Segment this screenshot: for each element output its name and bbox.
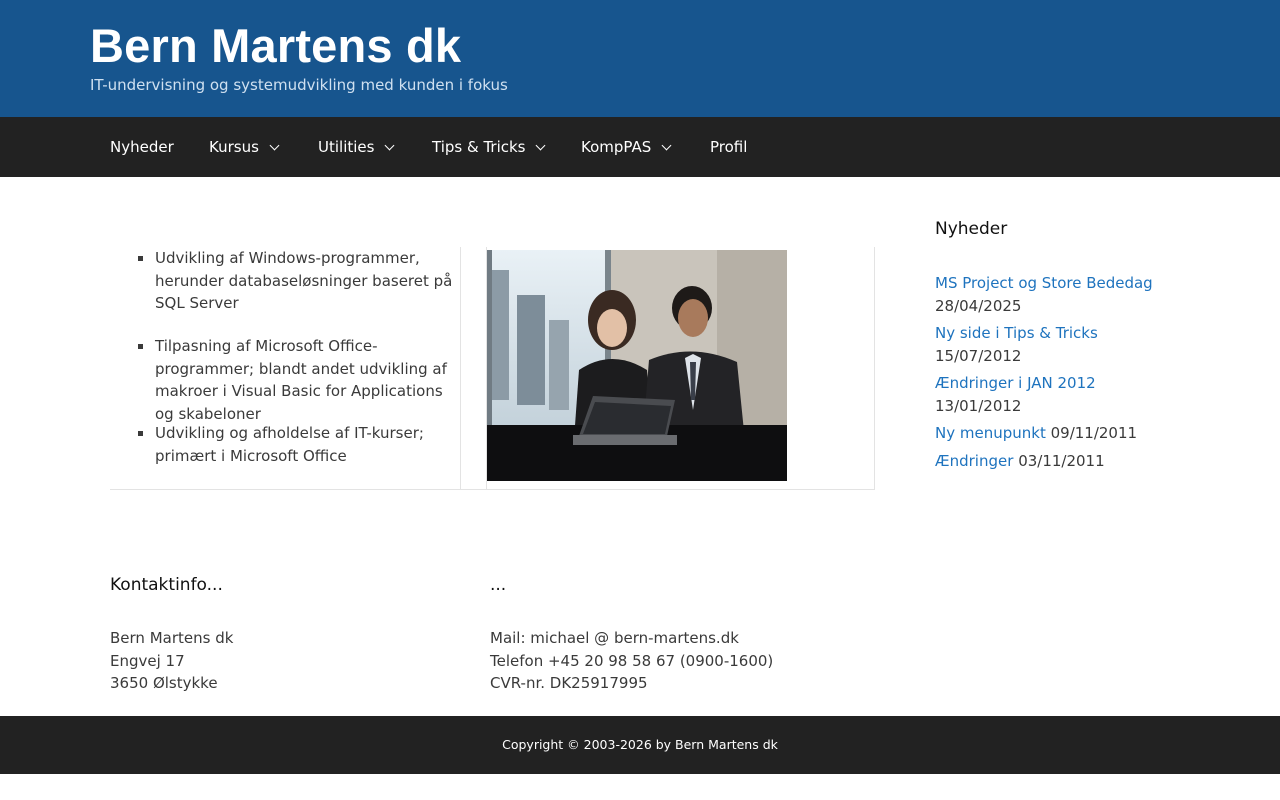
nav-item-label: Profil xyxy=(710,138,748,156)
copyright-text: Copyright © 2003-2026 by Bern Martens dk xyxy=(502,737,778,752)
news-date: 28/04/2025 xyxy=(935,297,1022,315)
nav-item-label: Tips & Tricks xyxy=(432,138,526,156)
list-item: Udvikling og afholdelse af IT-kurser; pr… xyxy=(138,422,460,467)
news-entry: Ny side i Tips & Tricks xyxy=(935,322,1098,345)
table-divider xyxy=(460,247,461,490)
nav-item-profil[interactable]: Profil xyxy=(710,117,747,177)
sidebar-title: Nyheder xyxy=(935,219,1008,239)
news-entry: Ændringer i JAN 2012 xyxy=(935,372,1096,395)
news-entry: 15/07/2012 xyxy=(935,345,1021,368)
nav-item-label: Nyheder xyxy=(110,138,174,156)
chevron-down-icon xyxy=(661,140,672,151)
news-entry: MS Project og Store Bededag xyxy=(935,272,1153,295)
news-link[interactable]: Ny side i Tips & Tricks xyxy=(935,324,1098,342)
nav-item-label: Utilities xyxy=(318,138,375,156)
nav-item-label: KompPAS xyxy=(581,138,652,156)
nav-item-label: Kursus xyxy=(209,138,259,156)
news-link[interactable]: Ændringer i JAN 2012 xyxy=(935,374,1096,392)
news-link[interactable]: Ændringer xyxy=(935,452,1013,470)
news-entry: 28/04/2025 xyxy=(935,295,1021,318)
contact-line: Bern Martens dk xyxy=(110,629,234,647)
contact-widget-title: Kontaktinfo... xyxy=(110,575,223,595)
main-navigation: Nyheder Kursus Utilities Tips & Tricks K… xyxy=(0,117,1280,177)
contact-line: Engvej 17 xyxy=(110,652,185,670)
more-widget-title: ... xyxy=(490,575,507,595)
news-date: 09/11/2011 xyxy=(1050,424,1138,442)
company-cvr: CVR-nr. DK25917995 xyxy=(490,674,648,692)
site-title[interactable]: Bern Martens dk xyxy=(90,18,461,73)
nav-item-tips-tricks[interactable]: Tips & Tricks xyxy=(432,117,546,177)
nav-item-kursus[interactable]: Kursus xyxy=(209,117,280,177)
chevron-down-icon xyxy=(536,140,546,151)
list-item: Tilpasning af Microsoft Office-programme… xyxy=(138,335,460,425)
chevron-down-icon xyxy=(269,140,280,151)
site-footer: Copyright © 2003-2026 by Bern Martens dk xyxy=(0,716,1280,774)
nav-item-utilities[interactable]: Utilities xyxy=(318,117,395,177)
news-link[interactable]: Ny menupunkt xyxy=(935,424,1046,442)
nav-item-komppas[interactable]: KompPAS xyxy=(581,117,672,177)
chevron-down-icon xyxy=(385,140,395,151)
intro-table: Udvikling af Windows-programmer, herunde… xyxy=(110,247,875,490)
nav-item-nyheder[interactable]: Nyheder xyxy=(110,117,174,177)
news-date: 13/01/2012 xyxy=(935,397,1022,415)
business-people-laptop-photo xyxy=(487,250,787,481)
list-item: Udvikling af Windows-programmer, herunde… xyxy=(138,247,460,315)
news-date: 15/07/2012 xyxy=(935,347,1022,365)
news-entry: Ny menupunkt 09/11/2011 xyxy=(935,422,1137,445)
news-entry: Ændringer 03/11/2011 xyxy=(935,450,1105,473)
site-header: Bern Martens dk IT-undervisning og syste… xyxy=(0,0,1280,117)
news-link[interactable]: MS Project og Store Bededag xyxy=(935,274,1153,292)
contact-email: Mail: michael @ bern-martens.dk xyxy=(490,629,739,647)
site-tagline: IT-undervisning og systemudvikling med k… xyxy=(90,76,508,94)
contact-line: 3650 Ølstykke xyxy=(110,674,218,692)
news-entry: 13/01/2012 xyxy=(935,395,1021,418)
news-date: 03/11/2011 xyxy=(1018,452,1105,470)
contact-phone: Telefon +45 20 98 58 67 (0900-1600) xyxy=(490,652,774,670)
